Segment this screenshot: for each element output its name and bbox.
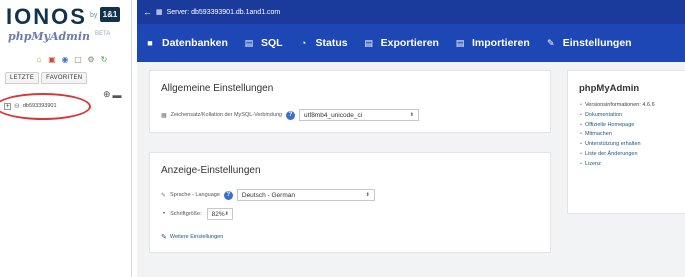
- collation-value: utf8mb4_unicode_ci: [303, 111, 363, 119]
- list-item-label: Versionsinformationen: 4.6.6: [584, 102, 655, 108]
- collapse-controls: ⊕ ▬: [103, 89, 122, 100]
- menu-status-label: Status: [315, 37, 348, 49]
- collation-row: ▦ Zeichensatz/Kollation der MySQL-Verbin…: [161, 109, 419, 121]
- expand-icon[interactable]: +: [4, 102, 11, 110]
- list-item[interactable]: • Liste der Änderungen: [580, 150, 655, 160]
- menu-exportieren-label: Exportieren: [380, 37, 439, 49]
- docs-icon[interactable]: ◉: [60, 55, 70, 65]
- breadcrumb: ← ▦ Server: db593393901.db.1and1.com: [137, 0, 685, 24]
- datenbanken-icon: ■: [147, 38, 153, 48]
- bullet-icon: •: [163, 211, 166, 217]
- menu-sql[interactable]: ▤ SQL: [244, 37, 283, 49]
- menu-sql-label: SQL: [260, 37, 283, 49]
- list-item: • Versionsinformationen: 4.6.6: [580, 101, 655, 111]
- navigation-icon-bar: ⌂ ▣ ◉ ▢ ⚙ ↻: [34, 55, 109, 65]
- display-settings-panel: Anzeige-Einstellungen ✎ Sprache - Langua…: [149, 152, 551, 253]
- brand-box-logo: 1&1: [100, 7, 120, 22]
- collapse-icon[interactable]: ▬: [113, 90, 122, 100]
- tab-favorites[interactable]: FAVORITEN: [41, 72, 88, 84]
- tab-recent[interactable]: LETZTE: [5, 72, 40, 84]
- list-item[interactable]: • Lizenz: [580, 160, 655, 170]
- bullet-icon: •: [580, 111, 582, 118]
- language-value: Deutsch - German: [241, 191, 295, 199]
- list-item[interactable]: • Dokumentation: [580, 111, 655, 121]
- brand-by-text: by: [90, 12, 98, 19]
- back-arrow-icon[interactable]: ←: [143, 7, 152, 17]
- collation-label: Zeichensatz/Kollation der MySQL-Verbindu…: [170, 112, 282, 118]
- general-settings-title: Allgemeine Einstellungen: [161, 83, 274, 94]
- chevron-down-icon: ⬍: [224, 211, 229, 217]
- phpmyadmin-superscript: BETA: [95, 31, 111, 37]
- help-icon[interactable]: ?: [285, 110, 295, 120]
- exportieren-icon: ▤: [364, 37, 373, 48]
- link-icon[interactable]: ⊕: [103, 89, 111, 100]
- fontsize-label: Schriftgröße:: [170, 211, 202, 217]
- menu-datenbanken[interactable]: ■ Datenbanken: [145, 37, 228, 49]
- ionos-wordmark: IONOS: [6, 4, 87, 29]
- server-label[interactable]: db593393901: [23, 103, 57, 109]
- main-content: Allgemeine Einstellungen ▦ Zeichensatz/K…: [137, 62, 685, 277]
- menu-einstellungen[interactable]: ✎ Einstellungen: [546, 37, 632, 49]
- language-icon: ✎: [161, 192, 167, 199]
- phpmyadmin-links: • Versionsinformationen: 4.6.6 • Dokumentat…: [580, 101, 655, 170]
- language-label: Sprache - Language: [170, 192, 220, 198]
- menu-datenbanken-label: Datenbanken: [162, 37, 228, 49]
- settings-icon[interactable]: ⚙: [86, 55, 96, 65]
- sql-icon: ▤: [244, 37, 254, 48]
- recent-favorites-tabs: LETZTE FAVORITEN: [5, 72, 88, 84]
- menu-status[interactable]: ◔ Status: [299, 37, 348, 49]
- navigation-panel: IONOS by 1&1 phpMyAdmin BETA ⌂ ▣ ◉ ▢ ⚙ ↻ LETZ…: [0, 0, 132, 277]
- menu-importieren-label: Importieren: [471, 37, 530, 49]
- list-item-label[interactable]: Liste der Änderungen: [585, 151, 638, 157]
- fontsize-select[interactable]: 82% ⬍: [206, 208, 233, 220]
- language-row: ✎ Sprache - Language ? Deutsch - German …: [161, 189, 375, 201]
- list-item-label[interactable]: Lizenz: [585, 161, 601, 167]
- status-icon: ◔: [300, 38, 307, 48]
- list-item-label[interactable]: Dokumentation: [585, 112, 622, 118]
- more-settings-link[interactable]: ✎ Weitere Einstellungen: [161, 233, 223, 241]
- bullet-icon: •: [580, 131, 582, 138]
- phpmyadmin-wordmark: phpMyAdmin: [8, 30, 90, 43]
- breadcrumb-server[interactable]: Server: db593393901.db.1and1.com: [167, 9, 281, 16]
- logo[interactable]: IONOS by 1&1 phpMyAdmin BETA: [6, 4, 128, 48]
- chevron-down-icon: ⬍: [365, 192, 370, 198]
- phpmyadmin-info-panel: phpMyAdmin • Versionsinformationen: 4.6.6…: [567, 70, 685, 214]
- help-icon[interactable]: ?: [223, 190, 233, 200]
- list-item[interactable]: • Offizielle Homepage: [580, 121, 655, 131]
- list-item-label[interactable]: Mitmachen: [585, 131, 612, 137]
- fontsize-row: • Schriftgröße: 82% ⬍: [163, 208, 233, 220]
- server-icon: ▦: [156, 9, 163, 16]
- logout-icon[interactable]: ▣: [47, 55, 57, 65]
- menu-importieren[interactable]: ▤ Importieren: [455, 37, 530, 49]
- einstellungen-icon: ✎: [546, 37, 555, 48]
- phpmyadmin-title: phpMyAdmin: [579, 83, 640, 94]
- tree-item-server[interactable]: + ⊖ db593393901: [4, 102, 57, 110]
- chevron-down-icon: ⬍: [409, 112, 414, 118]
- bullet-icon: •: [580, 102, 582, 108]
- main-menu: ■ Datenbanken ▤ SQL ◔ Status ▤ Exportieren ▤ Impo…: [137, 24, 685, 62]
- collation-select[interactable]: utf8mb4_unicode_ci ⬍: [298, 109, 419, 121]
- bullet-icon: •: [580, 160, 582, 167]
- home-icon[interactable]: ⌂: [34, 55, 44, 65]
- wrench-icon: ✎: [161, 234, 167, 241]
- bullet-icon: •: [580, 150, 582, 157]
- more-settings-label[interactable]: Weitere Einstellungen: [170, 234, 223, 240]
- list-item[interactable]: • Mitmachen: [580, 130, 655, 140]
- bullet-icon: •: [580, 121, 582, 128]
- list-item-label[interactable]: Offizielle Homepage: [585, 122, 634, 128]
- server-icon: ⊖: [14, 103, 20, 110]
- language-select[interactable]: Deutsch - German ⬍: [236, 189, 375, 201]
- info-icon[interactable]: ▢: [73, 55, 83, 65]
- menu-einstellungen-label: Einstellungen: [562, 37, 632, 49]
- fontsize-value: 82%: [211, 210, 225, 218]
- importieren-icon: ▤: [455, 37, 465, 48]
- list-item-label[interactable]: Unterstützung erhalten: [585, 141, 641, 147]
- menu-exportieren[interactable]: ▤ Exportieren: [364, 37, 439, 49]
- bullet-icon: •: [580, 141, 582, 148]
- reload-icon[interactable]: ↻: [99, 55, 109, 65]
- list-item[interactable]: • Unterstützung erhalten: [580, 140, 655, 150]
- display-settings-title: Anzeige-Einstellungen: [161, 165, 261, 176]
- general-settings-panel: Allgemeine Einstellungen ▦ Zeichensatz/K…: [149, 70, 551, 133]
- collation-icon: ▦: [161, 112, 167, 119]
